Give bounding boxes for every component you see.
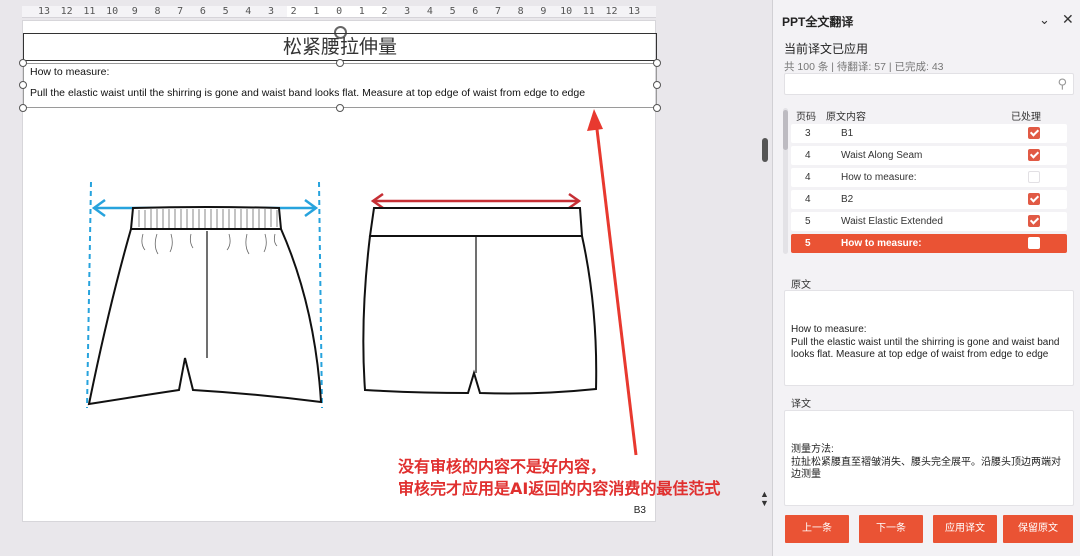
translation-panel: PPT全文翻译 ⌄ ✕ 当前译文已应用 共 100 条 | 待翻译: 57 | …	[772, 0, 1080, 556]
table-row-active[interactable]: 5 How to measure:	[791, 234, 1067, 253]
resize-handle[interactable]	[19, 81, 27, 89]
resize-handle[interactable]	[336, 104, 344, 112]
table-header: 页码 原文内容 已处理	[789, 108, 1071, 124]
ruler-tick: 4	[245, 6, 252, 17]
ruler-tick: 5	[449, 6, 456, 17]
processed-checkbox[interactable]	[1028, 215, 1040, 227]
ruler-tick: 0	[336, 6, 343, 17]
slide-canvas[interactable]: 松紧腰拉伸量 How to measure: Pull the elastic …	[19, 20, 661, 522]
measure-guide-left	[86, 181, 92, 409]
resize-handle[interactable]	[19, 59, 27, 67]
slide-title[interactable]: 松紧腰拉伸量	[23, 33, 657, 61]
translation-textarea[interactable]: 测量方法: 拉扯松紧腰直至褶皱消失、腰头完全展平。沿腰头顶边两端对边测量	[784, 410, 1074, 506]
red-arrow-pointer	[587, 109, 638, 456]
ruler-tick: 4	[426, 6, 433, 17]
ruler-tick: 12	[605, 6, 618, 17]
panel-title: PPT全文翻译	[782, 15, 854, 29]
stats-text: 共 100 条 | 待翻译: 57 | 已完成: 43	[784, 61, 944, 73]
resize-handle[interactable]	[19, 104, 27, 112]
table-row[interactable]: 4 Waist Along Seam	[791, 146, 1067, 165]
slide-page-label: B3	[633, 505, 646, 516]
ruler-tick: 3	[404, 6, 411, 17]
table-row[interactable]: 5 Waist Elastic Extended	[791, 212, 1067, 231]
segments-table: 页码 原文内容 已处理 3 B1 4 Waist Along Seam 4 Ho…	[789, 108, 1071, 254]
processed-checkbox[interactable]	[1028, 127, 1040, 139]
ruler-tick: 9	[540, 6, 547, 17]
annotation-text: 没有审核的内容不是好内容， 审核完才应用是AI返回的内容消费的最佳范式	[398, 456, 720, 500]
ruler-tick: 2	[290, 6, 297, 17]
back-shorts-body	[362, 235, 598, 395]
table-row[interactable]: 3 B1	[791, 124, 1067, 143]
header-page: 页码	[796, 112, 816, 123]
shorts-back-illustration	[362, 192, 598, 395]
annotation-line-2: 审核完才应用是AI返回的内容消费的最佳范式	[398, 479, 721, 498]
search-icon[interactable]: ⚲	[1057, 76, 1067, 92]
close-icon[interactable]: ✕	[1062, 11, 1074, 28]
ruler-tick: 3	[267, 6, 275, 17]
editor-scroll-thumb[interactable]	[762, 138, 768, 162]
original-label: 原文	[791, 280, 811, 291]
text-line-body: Pull the elastic waist until the shirrin…	[30, 87, 586, 99]
editor-scrollbar[interactable]: ▲ ▼	[760, 0, 770, 556]
ruler-tick: 13	[37, 6, 51, 17]
selected-text-box[interactable]: How to measure: Pull the elastic waist u…	[23, 63, 657, 108]
horizontal-ruler: 13 12 11 10 9 8 7 6 5 4 3 2 1 0 1 2 3 4 5 6 7 8 9 10 11 12 13	[22, 6, 656, 18]
processed-checkbox[interactable]	[1028, 237, 1040, 249]
search-input[interactable]: ⚲	[784, 73, 1074, 95]
header-source: 原文内容	[826, 112, 866, 123]
ruler-tick: 11	[83, 6, 96, 17]
ruler-tick: 12	[60, 6, 73, 17]
ruler-tick: 7	[177, 6, 184, 17]
ruler-tick: 9	[131, 6, 138, 17]
status-text: 当前译文已应用	[784, 42, 869, 56]
processed-checkbox[interactable]	[1028, 193, 1040, 205]
waistband	[129, 206, 283, 232]
page-nav-arrows-icon[interactable]: ▲ ▼	[760, 490, 769, 508]
ruler-tick: 6	[472, 6, 479, 17]
translation-label: 译文	[791, 399, 811, 410]
ruler-tick: 7	[494, 6, 502, 17]
keep-original-button[interactable]: 保留原文	[1003, 515, 1073, 543]
ruler-tick: 10	[106, 6, 119, 17]
table-scroll-thumb[interactable]	[783, 110, 788, 150]
ruler-tick: 11	[582, 6, 595, 17]
prev-button[interactable]: 上一条	[785, 515, 849, 543]
ruler-tick: 5	[222, 6, 229, 17]
chevron-down-icon[interactable]: ⌄	[1039, 12, 1050, 28]
apply-translation-button[interactable]: 应用译文	[933, 515, 997, 543]
resize-handle[interactable]	[653, 59, 661, 67]
ruler-tick: 2	[381, 6, 388, 17]
ruler-tick: 1	[313, 6, 320, 17]
shorts-front-illustration	[86, 181, 323, 409]
shorts-body	[87, 228, 323, 406]
processed-checkbox[interactable]	[1028, 149, 1040, 161]
table-scrollbar[interactable]	[783, 108, 788, 254]
ruler-tick: 1	[358, 6, 365, 17]
ruler-tick: 13	[628, 6, 641, 17]
ruler-tick: 6	[199, 6, 206, 17]
resize-handle[interactable]	[653, 81, 661, 89]
table-row[interactable]: 4 How to measure:	[791, 168, 1067, 187]
annotation-line-1: 没有审核的内容不是好内容，	[398, 457, 607, 476]
text-line-heading: How to measure:	[30, 66, 110, 78]
ruler-tick: 8	[154, 6, 161, 17]
original-textarea[interactable]: How to measure: Pull the elastic waist u…	[784, 290, 1074, 386]
resize-handle[interactable]	[336, 59, 344, 67]
header-processed: 已处理	[1011, 112, 1041, 123]
processed-checkbox[interactable]	[1028, 171, 1040, 183]
table-row[interactable]: 4 B2	[791, 190, 1067, 209]
next-button[interactable]: 下一条	[859, 515, 923, 543]
ruler-tick: 10	[560, 6, 573, 17]
back-waistband	[368, 207, 584, 237]
ruler-tick: 8	[517, 6, 524, 17]
